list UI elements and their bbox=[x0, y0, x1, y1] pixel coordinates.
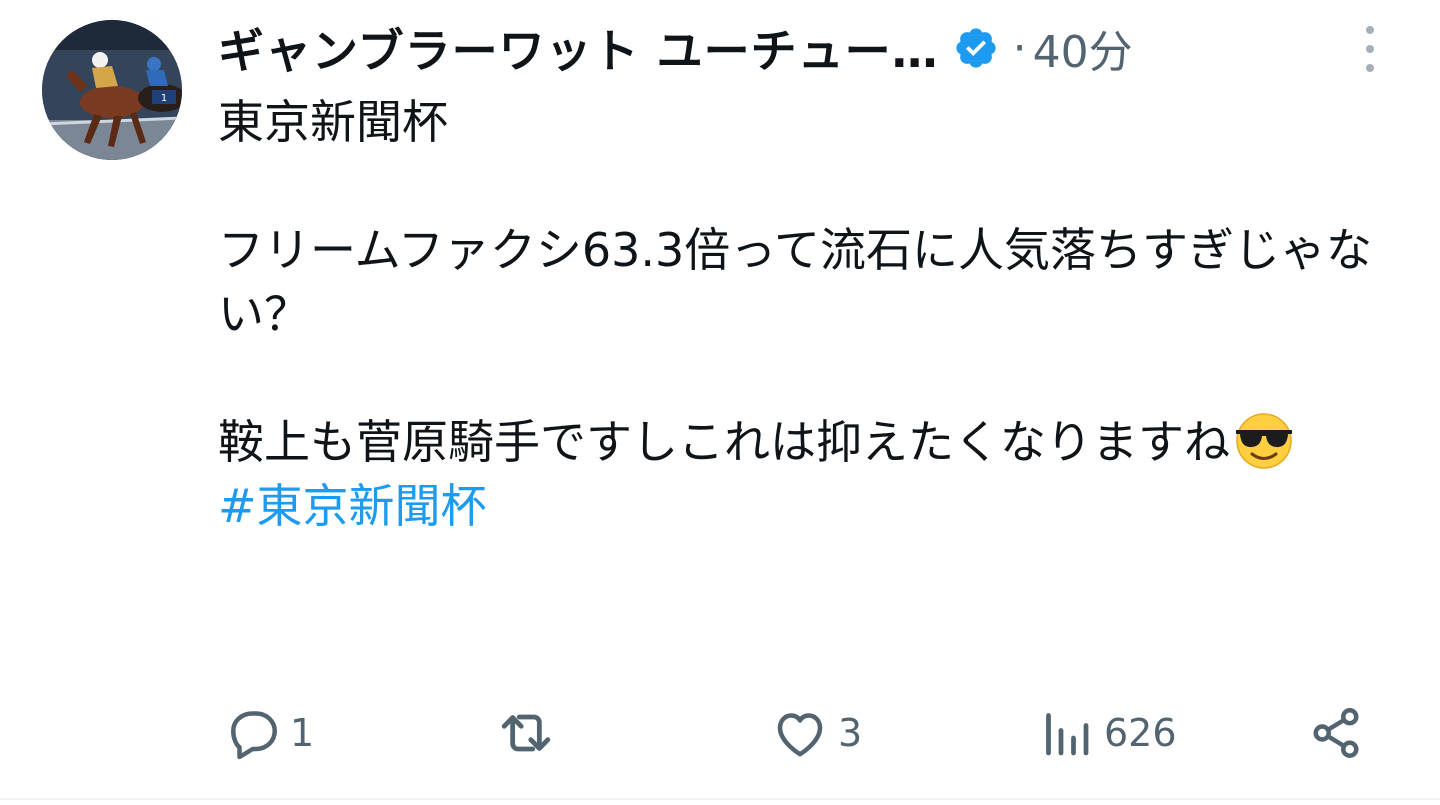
verified-badge-icon bbox=[953, 25, 999, 71]
tweet-text: 東京新聞杯 フリームファクシ63.3倍って流石に人気落ちすぎじゃない？ 鞍上も菅… bbox=[218, 90, 1408, 538]
tweet-card[interactable]: 1 ギャンブラーワット ユーチュー… · 40分 東京新聞杯 フリームファクシ6… bbox=[0, 0, 1440, 805]
timestamp[interactable]: 40分 bbox=[1033, 16, 1133, 80]
tweet-line-odds: フリームファクシ63.3倍って流石に人気落ちすぎじゃない？ bbox=[218, 223, 1372, 341]
tweet-line-jockey: 鞍上も菅原騎手ですしこれは抑えたくなりますね bbox=[218, 410, 1408, 474]
more-dot bbox=[1366, 64, 1374, 72]
like-button[interactable]: 3 bbox=[770, 698, 862, 768]
share-button[interactable] bbox=[1306, 698, 1366, 768]
analytics-icon bbox=[1046, 713, 1089, 756]
reply-count: 1 bbox=[290, 711, 315, 755]
reply-button[interactable]: 1 bbox=[222, 698, 314, 768]
avatar[interactable]: 1 bbox=[42, 20, 182, 160]
more-dot bbox=[1366, 26, 1374, 34]
sunglasses-emoji-icon bbox=[1232, 410, 1296, 470]
views-button[interactable]: 626 bbox=[1036, 698, 1177, 768]
share-icon bbox=[1313, 708, 1359, 758]
reply-icon bbox=[231, 711, 277, 760]
tweet-header: ギャンブラーワット ユーチュー… · 40分 bbox=[218, 15, 1133, 81]
bottom-divider bbox=[0, 798, 1440, 800]
heart-icon bbox=[777, 713, 823, 757]
tweet-line-jockey-text: 鞍上も菅原騎手ですしこれは抑えたくなりますね bbox=[218, 415, 1230, 469]
more-dot bbox=[1366, 45, 1374, 53]
more-options-icon[interactable] bbox=[1356, 26, 1384, 72]
action-bar: 1 3 626 bbox=[0, 698, 1440, 768]
separator-dot: · bbox=[1012, 22, 1027, 74]
horse-racing-photo: 1 bbox=[42, 20, 182, 160]
like-count: 3 bbox=[838, 711, 863, 755]
tweet-line-title: 東京新聞杯 bbox=[218, 95, 448, 149]
svg-text:1: 1 bbox=[161, 93, 167, 104]
author-name[interactable]: ギャンブラーワット ユーチュー… bbox=[218, 15, 939, 81]
view-count: 626 bbox=[1104, 711, 1177, 755]
hashtag-link[interactable]: #東京新聞杯 bbox=[218, 474, 1408, 538]
retweet-button[interactable] bbox=[494, 698, 566, 768]
retweet-icon bbox=[501, 714, 551, 752]
